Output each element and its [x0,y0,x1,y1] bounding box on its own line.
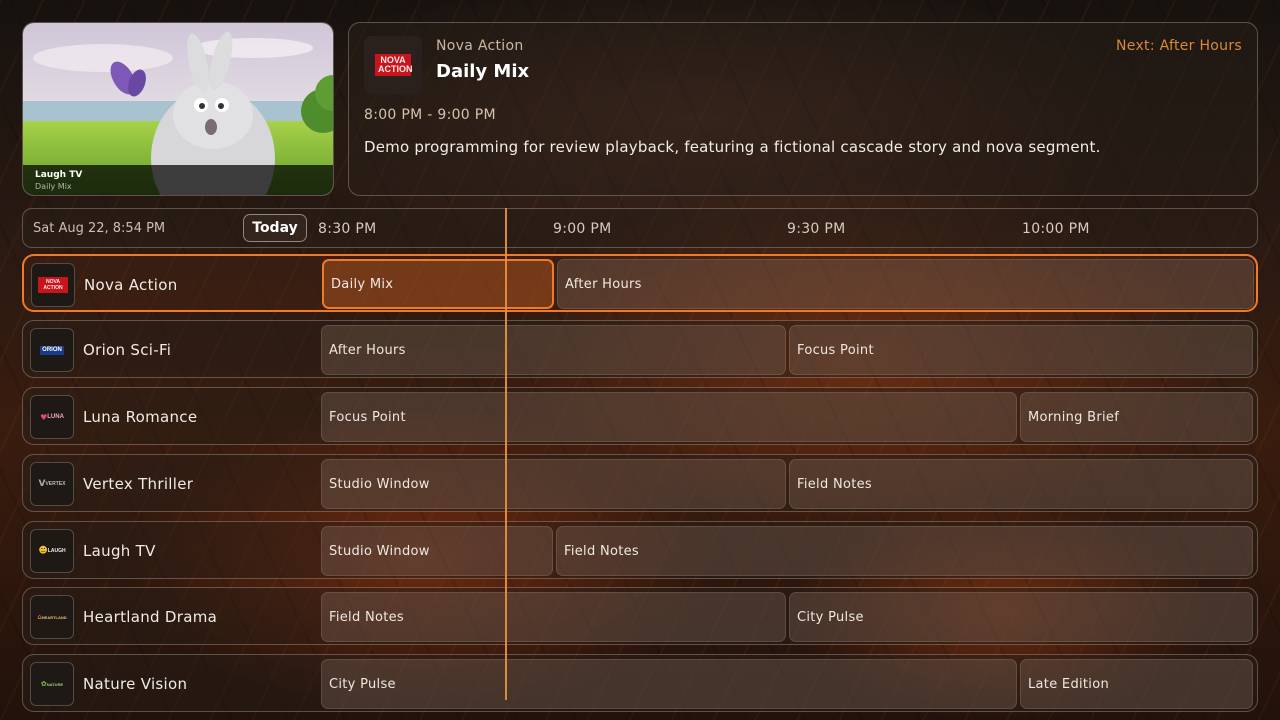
today-button[interactable]: Today [243,214,307,242]
vertex-v-icon: V [38,479,46,489]
channel-row-vertex-thriller[interactable]: V VERTEX Vertex Thriller Studio Window F… [22,454,1258,512]
channel-row-nature-vision[interactable]: ✿ NATURE Nature Vision City Pulse Late E… [22,654,1258,712]
program-cell[interactable]: Field Notes [321,592,786,642]
channel-row-nova-action[interactable]: NOVA ACTION Nova Action Daily Mix After … [22,254,1258,312]
program-cell[interactable]: Focus Point [321,392,1017,442]
channel-name: Heartland Drama [83,608,218,626]
channel-name: Vertex Thriller [83,475,194,493]
program-cell[interactable]: Field Notes [789,459,1253,509]
channel-logo: V VERTEX [30,462,74,506]
info-next-program: Next: After Hours [1116,38,1242,54]
channel-logo-text: ORION [40,345,64,355]
channel-logo: ✿ NATURE [30,662,74,706]
channel-name: Luna Romance [83,408,198,426]
time-header: Sat Aug 22, 8:54 PM Today 8:30 PM 9:00 P… [22,208,1258,248]
smiley-icon: ☻ [38,546,48,556]
info-description: Demo programming for review playback, fe… [364,138,1101,156]
program-cell[interactable]: Field Notes [556,526,1253,576]
channel-logo: NOVA ACTION [31,263,75,307]
channel-logo-text: VERTEX [45,480,66,487]
channel-logo-text: NOVA ACTION [375,54,413,76]
video-preview[interactable]: Laugh TV Daily Mix [22,22,334,196]
channel-logo-text: HEARTLAND [41,614,67,620]
channel-logo: NOVA ACTION [364,36,422,94]
channel-name: Orion Sci-Fi [83,341,172,359]
channel-logo: ⌂ HEARTLAND [30,595,74,639]
channel-row-orion-sci-fi[interactable]: ORION Orion Sci-Fi After Hours Focus Poi… [22,320,1258,378]
channel-logo: ☻ LAUGH [30,529,74,573]
heart-icon: ♥ [40,412,48,422]
program-cell[interactable]: Morning Brief [1020,392,1253,442]
program-cell[interactable]: City Pulse [321,659,1017,709]
info-channel-name: Nova Action [436,38,524,54]
program-cell[interactable]: After Hours [321,325,786,375]
preview-channel: Laugh TV [35,170,83,180]
channel-name: Nova Action [84,276,178,294]
channel-name: Laugh TV [83,542,156,560]
info-time-range: 8:00 PM - 9:00 PM [364,107,496,123]
channel-logo: ORION [30,328,74,372]
channel-logo-text: NOVA ACTION [38,277,68,293]
channel-logo: ♥ LUNA [30,395,74,439]
time-slot: 9:00 PM [553,221,612,237]
channel-row-luna-romance[interactable]: ♥ LUNA Luna Romance Focus Point Morning … [22,387,1258,445]
channel-logo-text: LUNA [47,413,64,420]
time-slot: 9:30 PM [787,221,846,237]
time-slot: 8:30 PM [318,221,377,237]
program-cell[interactable]: Focus Point [789,325,1253,375]
channel-name: Nature Vision [83,675,188,693]
program-info-panel: NOVA ACTION Nova Action Daily Mix Next: … [348,22,1258,196]
current-datetime: Sat Aug 22, 8:54 PM [33,221,166,236]
program-cell[interactable]: Late Edition [1020,659,1253,709]
channel-logo-text: NATURE [46,681,64,687]
program-cell[interactable]: Daily Mix [322,259,554,309]
channel-logo-text: LAUGH [47,547,66,554]
channel-row-laugh-tv[interactable]: ☻ LAUGH Laugh TV Studio Window Field Not… [22,521,1258,579]
program-cell[interactable]: After Hours [557,259,1254,309]
channel-row-heartland-drama[interactable]: ⌂ HEARTLAND Heartland Drama Field Notes … [22,587,1258,645]
current-time-indicator [505,208,507,700]
info-program-title: Daily Mix [436,61,530,82]
program-cell[interactable]: Studio Window [321,526,553,576]
preview-caption: Laugh TV Daily Mix [23,165,333,195]
program-cell[interactable]: Studio Window [321,459,786,509]
program-cell[interactable]: City Pulse [789,592,1253,642]
preview-program: Daily Mix [35,182,72,191]
time-slot: 10:00 PM [1022,221,1090,237]
